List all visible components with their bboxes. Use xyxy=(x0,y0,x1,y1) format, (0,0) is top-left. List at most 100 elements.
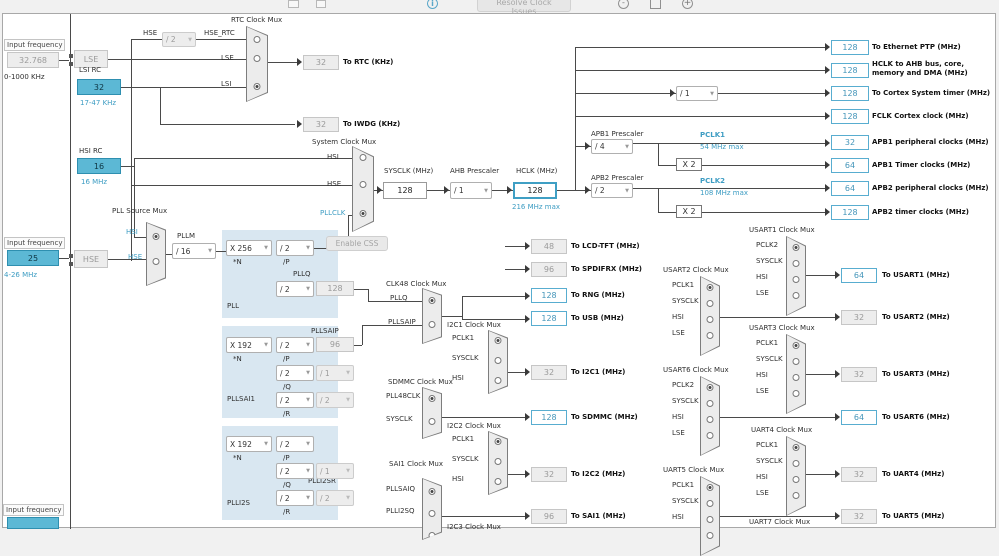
label-pllq: PLLQ xyxy=(390,294,408,302)
usart6-clock-mux-input-3[interactable] xyxy=(706,432,714,439)
sai1-clock-mux-input-1[interactable] xyxy=(428,510,436,517)
clk48-clock-mux-input-1[interactable] xyxy=(428,321,436,328)
label-to-uart5-mhz: To UART5 (MHz) xyxy=(882,512,945,520)
system-clock-mux-input-1[interactable] xyxy=(359,181,367,188)
usart3-clock-mux-input-3[interactable] xyxy=(792,390,800,397)
zoom-fit-icon[interactable] xyxy=(650,0,661,9)
apb1-prescaler-select[interactable]: / 4 xyxy=(591,139,633,154)
sdmmc-clock-mux-input-0[interactable] xyxy=(428,395,436,402)
usart2-clock-mux-input-1[interactable] xyxy=(706,300,714,307)
label-sysclk: SYSCLK xyxy=(756,457,783,465)
input-freq-box-bottom[interactable] xyxy=(7,517,59,529)
plli2s-r-select[interactable]: / 2 xyxy=(276,490,314,506)
uart4-clock-mux-input-0[interactable] xyxy=(792,444,800,451)
usart3-clock-mux-input-0[interactable] xyxy=(792,342,800,349)
label-lse: LSE xyxy=(672,429,685,437)
i2c2-clock-mux-input-1[interactable] xyxy=(494,458,502,465)
uart4-clock-mux-input-1[interactable] xyxy=(792,460,800,467)
uart5-clock-mux-input-0[interactable] xyxy=(706,484,714,491)
toolbar-icon-1[interactable] xyxy=(288,0,299,8)
label-to-usart3-mhz: To USART3 (MHz) xyxy=(882,370,950,378)
pllm-select-value: / 16 xyxy=(176,246,191,256)
pllsai-q-select[interactable]: / 2 xyxy=(276,365,314,381)
wire xyxy=(720,417,835,418)
pllsai-p-select[interactable]: / 2 xyxy=(276,337,314,353)
rtc-hse-prescaler-value: / 2 xyxy=(166,35,176,44)
hclk-box[interactable]: 128 xyxy=(513,182,557,199)
pll-source-mux-input-1[interactable] xyxy=(152,258,160,265)
pllm-select[interactable]: / 16 xyxy=(172,243,216,259)
lsi-freq-box[interactable]: 32 xyxy=(77,79,121,95)
pllsai-r-select[interactable]: / 2 xyxy=(276,392,314,408)
label-hsi: HSI xyxy=(672,513,684,521)
hsi-freq-box[interactable]: 16 xyxy=(77,158,121,174)
usart2-clock-mux-input-3[interactable] xyxy=(706,332,714,339)
usart1-clock-mux-input-0[interactable] xyxy=(792,244,800,251)
system-clock-mux-input-0[interactable] xyxy=(359,154,367,161)
arrowhead xyxy=(585,142,590,150)
label-input-frequency: Input frequency xyxy=(3,504,65,516)
usart6-clock-mux-input-0[interactable] xyxy=(706,384,714,391)
clk48-clock-mux-input-0[interactable] xyxy=(428,297,436,304)
label-pclk1: PCLK1 xyxy=(756,441,779,449)
plli2s-n-select-value: X 192 xyxy=(230,439,252,449)
hse-input-freq[interactable]: 25 xyxy=(7,250,59,266)
usart1-clock-mux-input-2[interactable] xyxy=(792,276,800,283)
uart5-clock-mux-input-3[interactable] xyxy=(706,532,714,539)
wire xyxy=(134,158,135,166)
sdmmc-clock-mux-input-1[interactable] xyxy=(428,418,436,425)
uart5-clock-mux-input-2[interactable] xyxy=(706,516,714,523)
usart1-clock-mux-input-3[interactable] xyxy=(792,292,800,299)
sai1-clock-mux-input-2[interactable] xyxy=(428,532,436,539)
label-hse: HSE xyxy=(143,29,158,37)
uart4-clock-mux xyxy=(786,436,806,516)
label-sdmmc-clock-mux: SDMMC Clock Mux xyxy=(388,378,453,386)
hse-oscillator-block[interactable]: HSE xyxy=(74,250,108,268)
usart6-clock-mux-input-1[interactable] xyxy=(706,400,714,407)
pllsai-n-select[interactable]: X 192 xyxy=(226,337,272,353)
usart3-clock-mux-input-2[interactable] xyxy=(792,374,800,381)
uart5-clock-mux-input-1[interactable] xyxy=(706,500,714,507)
label-pllq: PLLQ xyxy=(293,270,311,278)
usart1-clock-mux-input-1[interactable] xyxy=(792,260,800,267)
usart3-clock-mux-input-1[interactable] xyxy=(792,358,800,365)
i2c2-clock-mux-input-0[interactable] xyxy=(494,438,502,445)
toolbar-icon-2[interactable] xyxy=(316,0,326,8)
i2c2-clock-mux-input-2[interactable] xyxy=(494,478,502,485)
resolve-clock-issues-button[interactable]: Resolve Clock Issues xyxy=(477,0,571,16)
plli2s-p-select[interactable]: / 2 xyxy=(276,436,314,452)
apb2-prescaler-select[interactable]: / 2 xyxy=(591,183,633,198)
plli2s-q-select[interactable]: / 2 xyxy=(276,463,314,479)
pll-n-select[interactable]: X 256 xyxy=(226,240,272,256)
wire xyxy=(134,158,352,159)
uart4-clock-mux-input-2[interactable] xyxy=(792,476,800,483)
usart2-clock-mux-input-0[interactable] xyxy=(706,284,714,291)
wire xyxy=(658,143,659,166)
usart6-clock-mux-input-2[interactable] xyxy=(706,416,714,423)
rtc-clock-mux-input-1[interactable] xyxy=(253,55,261,62)
plli2s-n-select[interactable]: X 192 xyxy=(226,436,272,452)
label-sysclk: SYSCLK xyxy=(386,415,413,423)
pll-p-select[interactable]: / 2 xyxy=(276,240,314,256)
i2c1-clock-mux-input-1[interactable] xyxy=(494,357,502,364)
enable-css-button[interactable]: Enable CSS xyxy=(326,236,388,251)
uart4-clock-mux-input-3[interactable] xyxy=(792,492,800,499)
usart2-clock-mux-input-2[interactable] xyxy=(706,316,714,323)
system-clock-mux-input-2[interactable] xyxy=(359,210,367,217)
pll-source-mux-input-0[interactable] xyxy=(152,233,160,240)
ahb-prescaler-select-value: / 1 xyxy=(454,186,464,195)
arrowhead xyxy=(297,58,302,66)
label-input-frequency: Input frequency xyxy=(4,237,66,249)
rtc-clock-mux-input-0[interactable] xyxy=(253,36,261,43)
pllq-out-box: 128 xyxy=(316,281,354,296)
i2c1-clock-mux-input-2[interactable] xyxy=(494,377,502,384)
label-pclk2: PCLK2 xyxy=(756,241,779,249)
label-pllsaip: PLLSAIP xyxy=(311,327,339,335)
sai1-clock-mux-input-0[interactable] xyxy=(428,488,436,495)
i2c1-clock-mux-input-0[interactable] xyxy=(494,337,502,344)
rtc-clock-mux-input-2[interactable] xyxy=(253,83,261,90)
cortex-prescaler-select[interactable]: / 1 xyxy=(676,86,718,101)
pll-q-select[interactable]: / 2 xyxy=(276,281,314,297)
ahb-prescaler-select[interactable]: / 1 xyxy=(450,182,492,199)
usb-freq-box: 128 xyxy=(531,311,567,326)
